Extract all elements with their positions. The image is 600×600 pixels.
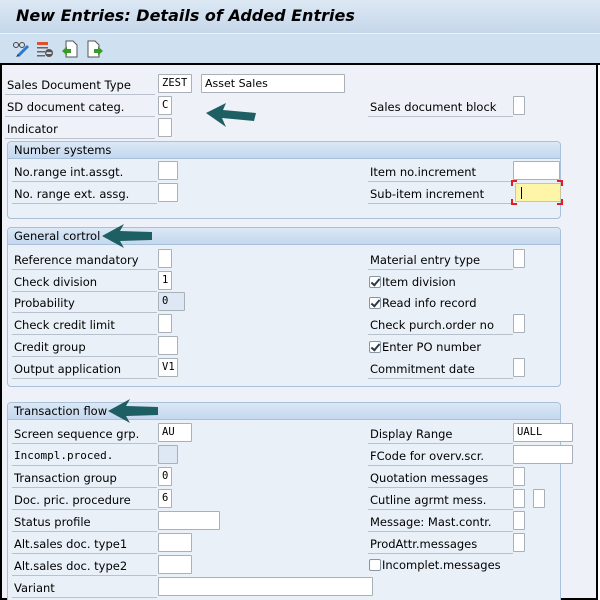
annotation-arrow-icon [206,103,256,127]
focus-corner [511,180,517,186]
glasses-pencil-icon [13,42,30,58]
alt-sales-doc-type1-label: Alt.sales doc. type1 [12,534,157,554]
sales-doc-type-description: Asset Sales [201,74,345,93]
transaction-group-field[interactable]: 0 [158,467,172,486]
item-no-increment-field[interactable] [513,161,560,180]
incomplet-messages-label: Incomplet.messages [382,558,501,572]
no-range-ext-field[interactable] [158,183,178,202]
no-range-int-field[interactable] [158,161,178,180]
probability-field: 0 [158,292,185,311]
transaction-flow-title: Transaction flow [8,403,560,420]
number-systems-title: Number systems [8,142,560,159]
general-control-title: General cortrol [8,228,560,245]
item-division-checkbox[interactable] [369,276,381,288]
check-purch-order-label: Check purch.order no [368,315,513,335]
detail-screen: Sales Document Type ZEST Asset Sales SD … [0,65,598,600]
commitment-date-label: Commitment date [368,359,513,379]
indicator-label: Indicator [5,119,155,139]
probability-label: Probability [12,293,157,313]
enter-po-number-checkbox[interactable] [369,341,381,353]
focus-corner [557,199,563,205]
check-division-label: Check division [12,272,157,292]
enter-po-number-label: Enter PO number [382,340,482,354]
incomplet-messages-checkbox[interactable] [369,559,381,571]
screen-seq-grp-label: Screen sequence grp. [12,424,157,444]
message-mast-contr-field[interactable] [513,511,525,530]
message-mast-contr-label: Message: Mast.contr. [368,512,513,532]
page-arrow-left-icon [62,40,78,58]
sub-item-increment-label: Sub-item increment [368,184,513,204]
no-range-ext-label: No. range ext. assg. [12,184,157,204]
reference-mandatory-label: Reference mandatory [12,250,157,270]
no-range-int-label: No.range int.assgt. [12,162,157,182]
focus-corner [511,199,517,205]
output-application-field[interactable]: V1 [158,358,178,377]
sales-doc-type-field[interactable]: ZEST [158,74,192,93]
quotation-messages-label: Quotation messages [368,468,513,488]
delete-row-icon [37,42,53,57]
commitment-date-field[interactable] [513,358,525,377]
screen-seq-grp-field[interactable]: AU [158,423,192,442]
incompl-proced-label: Incompl.proced. [12,446,157,466]
page-arrow-right-icon [87,40,103,58]
status-profile-label: Status profile [12,512,157,532]
next-entry-button[interactable] [86,40,104,58]
outline-agrmt-mess-field-2[interactable] [533,489,545,508]
transaction-group-label: Transaction group [12,468,157,488]
read-info-record-label: Read info record [382,296,477,310]
prodattr-messages-label: ProdAttr.messages [368,534,513,554]
material-entry-type-field[interactable] [513,249,525,268]
check-purch-order-field[interactable] [513,314,525,333]
sd-doc-categ-label: SD document categ. [5,97,155,117]
previous-entry-button[interactable] [61,40,79,58]
read-info-record-checkbox[interactable] [369,297,381,309]
display-range-field[interactable]: UALL [513,423,573,442]
variant-field[interactable] [158,577,373,596]
doc-pric-procedure-field[interactable]: 6 [158,489,172,508]
quotation-messages-field[interactable] [513,467,525,486]
check-credit-limit-label: Check credit limit [12,315,157,335]
doc-pric-procedure-label: Doc. pric. procedure [12,490,157,510]
focus-corner [557,180,563,186]
material-entry-type-label: Material entry type [368,250,513,270]
variant-label: Variant [12,578,157,598]
status-profile-field[interactable] [158,511,220,530]
outline-agrmt-mess-label: Cutline agrmt mess. [368,490,513,510]
fcode-overv-label: FCode for overv.scr. [368,446,513,466]
alt-sales-doc-type1-field[interactable] [158,533,192,552]
sd-doc-categ-field[interactable]: C [158,96,172,115]
sales-doc-block-label: Sales document block [368,97,513,117]
application-toolbar [0,34,600,65]
sub-item-increment-field[interactable] [515,183,561,202]
incompl-proced-field [158,445,178,464]
title-bar: New Entries: Details of Added Entries [0,0,600,34]
indicator-field[interactable] [158,118,172,137]
check-credit-limit-field[interactable] [158,314,172,333]
check-division-field[interactable]: 1 [158,271,172,290]
credit-group-field[interactable] [158,336,178,355]
outline-agrmt-mess-field[interactable] [513,489,525,508]
text-cursor [521,187,522,199]
item-division-label: Item division [382,275,456,289]
alt-sales-doc-type2-label: Alt.sales doc. type2 [12,556,157,576]
display-range-label: Display Range [368,424,513,444]
alt-sales-doc-type2-field[interactable] [158,555,192,574]
reference-mandatory-field[interactable] [158,249,172,268]
credit-group-label: Credit group [12,337,157,357]
display-change-button[interactable] [12,40,30,58]
prodattr-messages-field[interactable] [513,533,525,552]
sales-doc-type-label: Sales Document Type [5,75,155,95]
item-no-increment-label: Item no.increment [368,162,513,182]
page-title: New Entries: Details of Added Entries [16,6,355,25]
output-application-label: Output application [12,359,157,379]
sales-doc-block-field[interactable] [513,96,525,115]
fcode-overv-field[interactable] [513,445,573,464]
delete-entry-button[interactable] [36,40,54,58]
